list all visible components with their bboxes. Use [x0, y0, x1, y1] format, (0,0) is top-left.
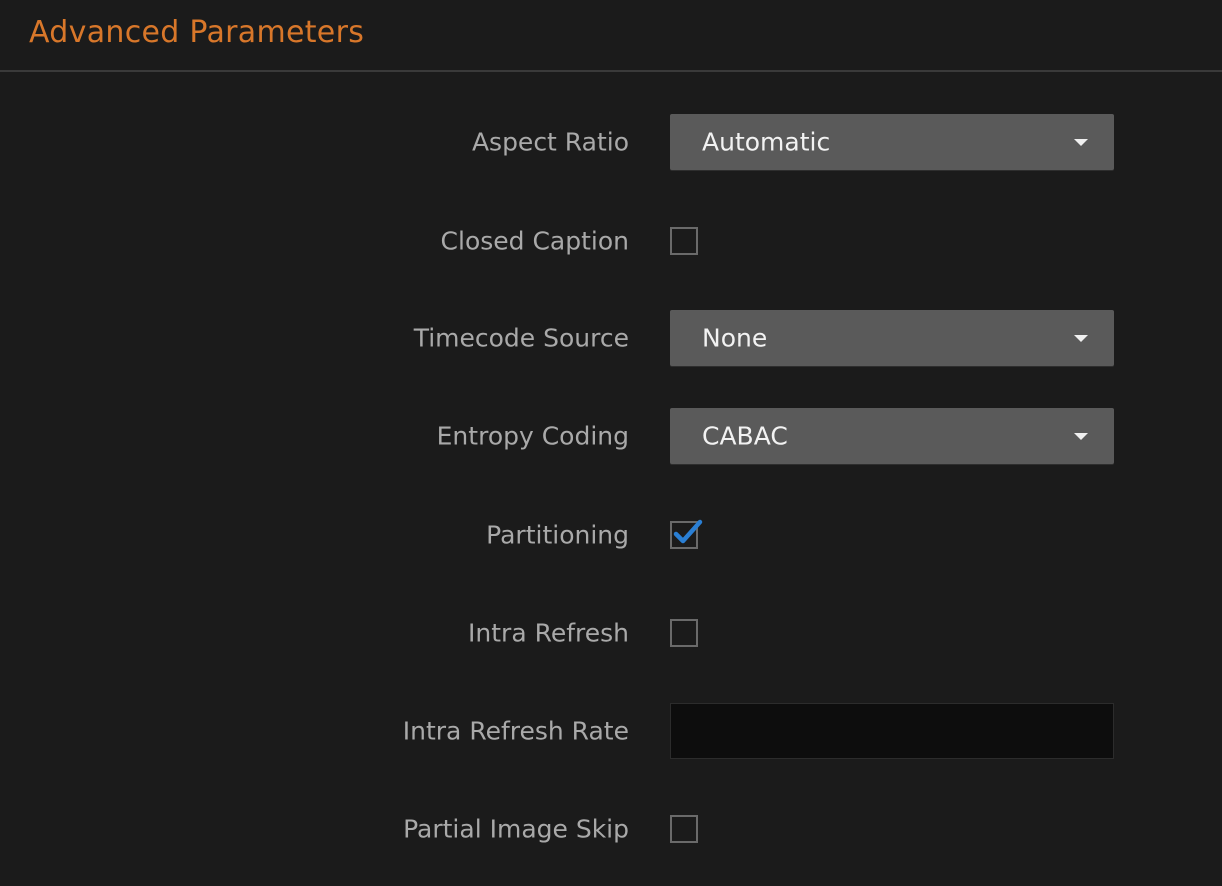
entropy-coding-row: Entropy Coding CABAC: [0, 408, 1222, 464]
aspect-ratio-value: Automatic: [702, 127, 831, 157]
partial-image-skip-checkbox[interactable]: [670, 815, 698, 843]
aspect-ratio-label: Aspect Ratio: [471, 127, 629, 157]
partitioning-row: Partitioning: [0, 507, 1222, 563]
aspect-ratio-select[interactable]: Automatic: [670, 114, 1114, 170]
partial-image-skip-label: Partial Image Skip: [403, 814, 629, 844]
caret-down-icon: [1074, 139, 1088, 146]
caret-down-icon: [1074, 433, 1088, 440]
closed-caption-checkbox[interactable]: [670, 227, 698, 255]
section-title: Advanced Parameters: [29, 15, 365, 50]
entropy-coding-value: CABAC: [702, 421, 788, 451]
intra-refresh-rate-input[interactable]: [670, 703, 1114, 759]
partitioning-checkbox[interactable]: [670, 519, 703, 549]
section-header: Advanced Parameters: [0, 0, 1222, 72]
caret-down-icon: [1074, 335, 1088, 342]
partitioning-label: Partitioning: [486, 520, 629, 550]
intra-refresh-label: Intra Refresh: [468, 618, 629, 648]
timecode-source-value: None: [702, 323, 768, 353]
checkmark-icon: [673, 519, 703, 544]
closed-caption-label: Closed Caption: [440, 226, 629, 256]
aspect-ratio-row: Aspect Ratio Automatic: [0, 114, 1222, 170]
intra-refresh-checkbox[interactable]: [670, 619, 698, 647]
entropy-coding-select[interactable]: CABAC: [670, 408, 1114, 464]
timecode-source-select[interactable]: None: [670, 310, 1114, 366]
timecode-source-label: Timecode Source: [413, 323, 629, 353]
partial-image-skip-row: Partial Image Skip: [0, 801, 1222, 857]
intra-refresh-rate-row: Intra Refresh Rate: [0, 703, 1222, 759]
timecode-source-row: Timecode Source None: [0, 310, 1222, 366]
intra-refresh-row: Intra Refresh: [0, 605, 1222, 661]
intra-refresh-rate-label: Intra Refresh Rate: [402, 716, 629, 746]
closed-caption-row: Closed Caption: [0, 213, 1222, 269]
entropy-coding-label: Entropy Coding: [436, 421, 629, 451]
